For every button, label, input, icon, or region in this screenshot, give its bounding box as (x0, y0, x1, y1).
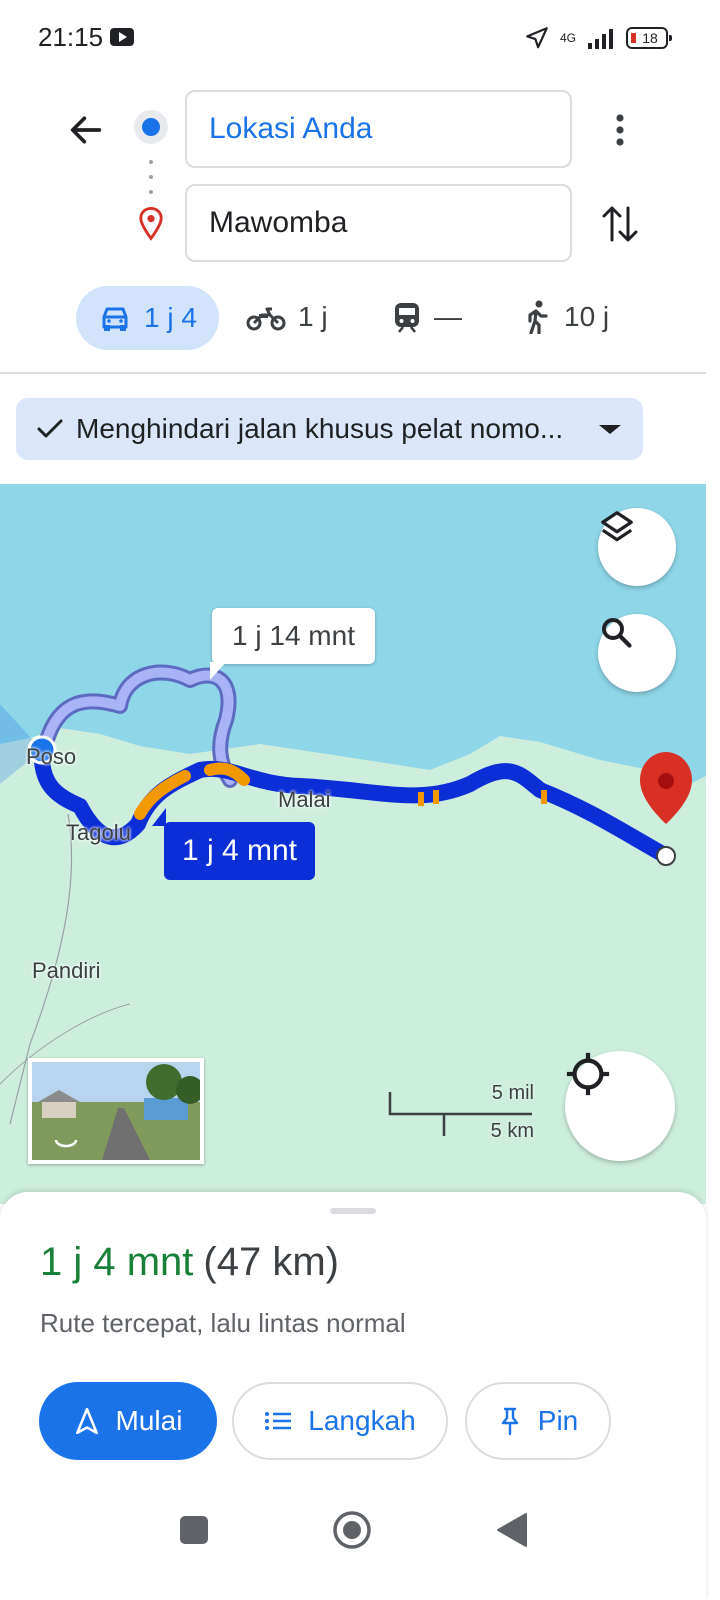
car-icon (102, 307, 128, 331)
alt-route-callout[interactable]: 1 j 14 mnt (210, 608, 375, 680)
route-summary: 1 j 4 mnt (47 km) (40, 1240, 339, 1285)
mode-motorcycle-label: 1 j (298, 301, 328, 332)
motorcycle-icon (246, 307, 286, 331)
origin-input[interactable]: Lokasi Anda (185, 90, 572, 168)
status-time: 21:15 (38, 22, 104, 52)
my-location-icon (566, 1052, 610, 1096)
map-label-pandiri: Pandiri (32, 958, 101, 983)
destination-input[interactable]: Mawomba (185, 184, 572, 262)
train-icon (395, 303, 419, 333)
start-label: Mulai (115, 1405, 183, 1436)
mode-walk-label: 10 j (564, 301, 610, 332)
triangle-back-icon (497, 1513, 527, 1547)
search-icon (602, 618, 632, 648)
status-bar: 21:15 4G 18 (0, 0, 720, 80)
walk-icon (528, 300, 548, 334)
steps-label: Langkah (308, 1405, 416, 1436)
back-nav-button[interactable] (482, 1500, 542, 1560)
map-label-poso: Poso (26, 744, 77, 769)
start-navigation-button[interactable]: Mulai (39, 1382, 217, 1460)
signal-icon (588, 29, 613, 49)
map-view[interactable]: Poso Tagolu Malai Pandiri 1 j 14 mnt 1 j… (0, 484, 706, 1204)
route-option-label: Menghindari jalan khusus pelat nomo... (76, 413, 564, 444)
pin-icon (501, 1407, 518, 1436)
layers-button[interactable] (598, 508, 676, 586)
route-connector-dots (149, 160, 153, 194)
origin-dot-icon (134, 110, 168, 144)
more-options-button[interactable] (596, 106, 644, 154)
chevron-down-icon (599, 425, 621, 434)
search-along-route-button[interactable] (598, 614, 676, 692)
layers-icon (601, 511, 633, 542)
street-view-thumbnail[interactable] (28, 1058, 204, 1164)
mode-car-label: 1 j 4 (144, 302, 197, 333)
route-description: Rute tercepat, lalu lintas normal (40, 1308, 406, 1338)
map-label-tagolu: Tagolu (66, 820, 131, 845)
map-scale: 5 mil 5 km (388, 1082, 534, 1142)
home-button[interactable] (322, 1500, 382, 1560)
back-button[interactable] (62, 106, 110, 154)
route-option-chip[interactable]: Menghindari jalan khusus pelat nomo... (16, 398, 643, 460)
my-location-button[interactable] (565, 1051, 675, 1161)
street-view-image (32, 1062, 200, 1160)
scale-km: 5 km (490, 1120, 534, 1142)
arrow-back-icon (70, 116, 102, 144)
location-arrow-icon (526, 27, 548, 49)
route-duration: 1 j 4 mnt (40, 1240, 194, 1284)
pin-label: Pin (537, 1405, 579, 1436)
map-label-malai: Malai (278, 787, 331, 812)
main-route-callout[interactable]: 1 j 4 mnt (152, 808, 315, 880)
mode-car-tab[interactable]: 1 j 4 (76, 286, 219, 350)
battery-indicator: 18 (626, 27, 672, 49)
network-type: 4G (559, 31, 576, 45)
route-distance: (47 km) (203, 1240, 339, 1284)
navigation-arrow-icon (75, 1407, 98, 1435)
status-icons: 4G 18 (524, 22, 672, 54)
destination-pin-icon (139, 206, 163, 241)
home-circle-icon (333, 1511, 371, 1549)
travel-mode-tabs: 1 j 4 1 j — 10 j (0, 285, 720, 351)
youtube-notification-icon (110, 28, 134, 46)
system-navigation-bar (0, 1490, 720, 1600)
more-vert-icon (616, 114, 624, 146)
mode-walk-tab[interactable]: 10 j (522, 285, 609, 349)
swap-vert-icon (602, 206, 638, 242)
swap-locations-button[interactable] (596, 200, 644, 248)
square-icon (180, 1516, 208, 1544)
recents-button[interactable] (164, 1500, 224, 1560)
mode-transit-tab[interactable]: — (392, 285, 462, 349)
mode-motorcycle-tab[interactable]: 1 j (246, 285, 328, 349)
sheet-drag-handle[interactable] (330, 1208, 376, 1214)
header-divider (0, 372, 706, 374)
list-icon (265, 1412, 292, 1430)
mode-transit-label: — (434, 301, 462, 332)
check-icon (37, 419, 63, 438)
pin-button[interactable]: Pin (465, 1382, 611, 1460)
steps-button[interactable]: Langkah (232, 1382, 448, 1460)
